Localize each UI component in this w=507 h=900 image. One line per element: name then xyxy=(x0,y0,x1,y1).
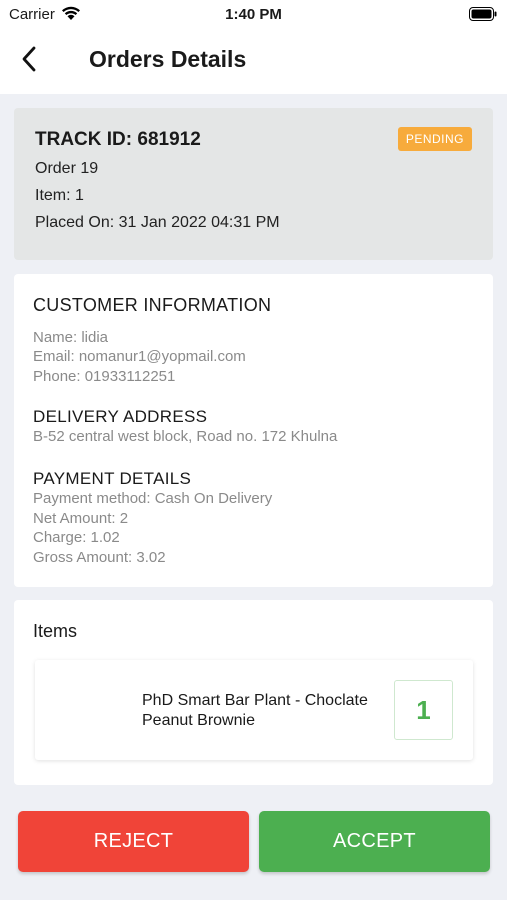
item-quantity: 1 xyxy=(394,680,453,740)
delivery-address: B-52 central west block, Road no. 172 Kh… xyxy=(33,428,338,445)
delivery-address-heading: DELIVERY ADDRESS xyxy=(33,407,208,426)
page-title: Orders Details xyxy=(89,46,247,72)
net-amount: Net Amount: 2 xyxy=(33,510,129,527)
app-header: Orders Details xyxy=(0,28,507,94)
back-button[interactable] xyxy=(14,44,44,78)
status-time: 1:40 PM xyxy=(225,6,282,23)
payment-method: Payment method: Cash On Delivery xyxy=(33,490,273,507)
list-item[interactable]: PhD Smart Bar Plant - Choclate Peanut Br… xyxy=(35,660,473,760)
items-heading: Items xyxy=(33,621,78,641)
items-card: Items PhD Smart Bar Plant - Choclate Pea… xyxy=(14,600,493,785)
chevron-left-icon xyxy=(21,46,37,77)
customer-info-heading: CUSTOMER INFORMATION xyxy=(33,295,272,315)
gross-amount: Gross Amount: 3.02 xyxy=(33,549,166,566)
customer-email: Email: nomanur1@yopmail.com xyxy=(33,348,246,365)
status-bar: Carrier 1:40 PM xyxy=(0,0,507,28)
reject-button[interactable]: REJECT xyxy=(18,811,249,872)
status-badge: PENDING xyxy=(397,127,472,151)
placed-on: Placed On: 31 Jan 2022 04:31 PM xyxy=(35,214,280,231)
item-count: Item: 1 xyxy=(35,187,84,204)
accept-button[interactable]: ACCEPT xyxy=(259,811,490,872)
track-id: TRACK ID: 681912 xyxy=(35,129,201,150)
order-number: Order 19 xyxy=(35,160,99,177)
order-summary-card: TRACK ID: 681912 PENDING Order 19 Item: … xyxy=(14,108,493,260)
customer-info-card: CUSTOMER INFORMATION Name: lidia Email: … xyxy=(14,274,493,587)
payment-details-heading: PAYMENT DETAILS xyxy=(33,469,192,488)
charge-amount: Charge: 1.02 xyxy=(33,529,120,546)
customer-phone: Phone: 01933112251 xyxy=(33,368,176,385)
battery-icon xyxy=(469,7,497,26)
customer-name: Name: lidia xyxy=(33,329,109,346)
item-name: PhD Smart Bar Plant - Choclate Peanut Br… xyxy=(142,692,368,729)
